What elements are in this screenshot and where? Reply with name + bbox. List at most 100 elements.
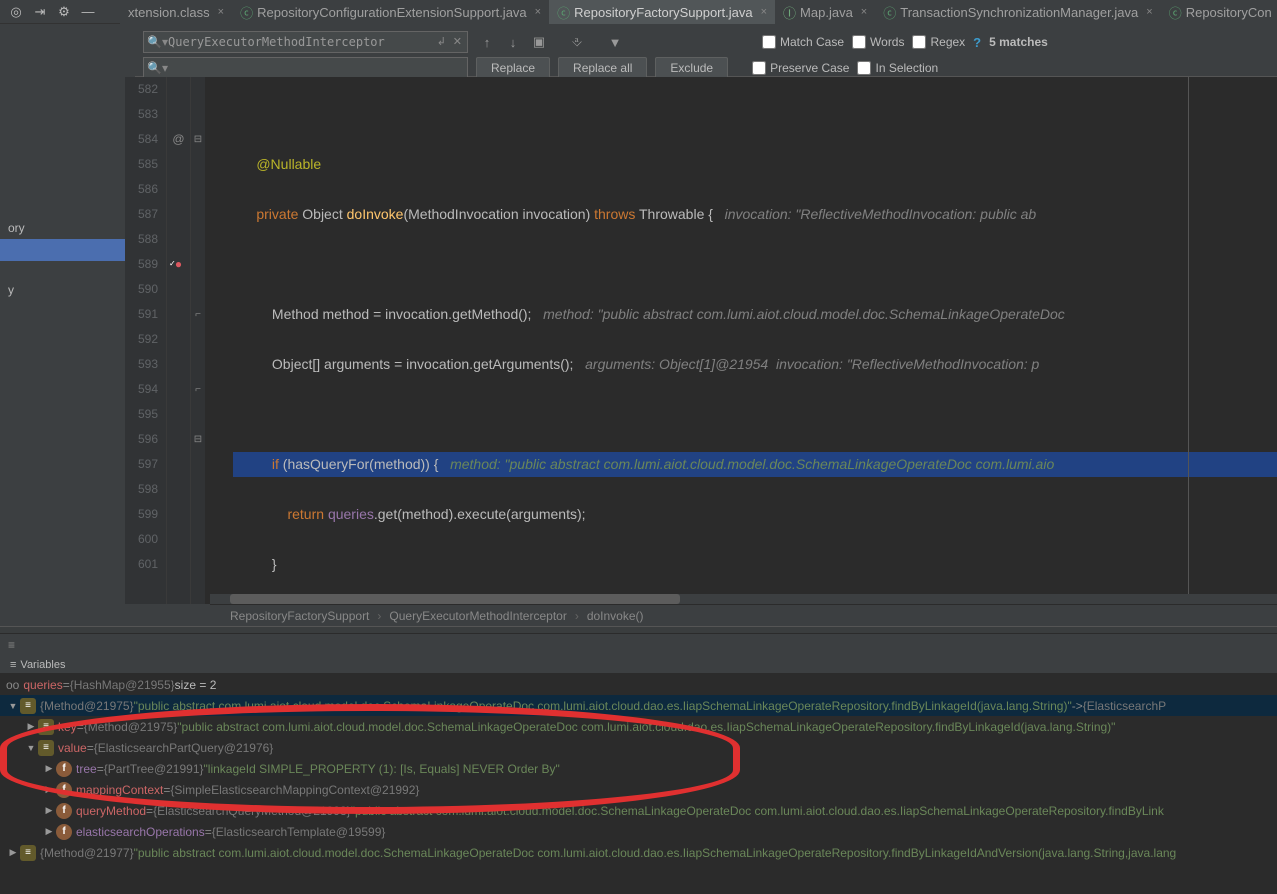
replace-icon: 🔍▾ xyxy=(147,61,168,75)
fold-icon[interactable]: ⊟ xyxy=(191,127,205,152)
regex-checkbox[interactable]: Regex xyxy=(912,35,965,49)
fold-end-icon: ⌐ xyxy=(191,377,205,402)
compass-icon[interactable]: ◎ xyxy=(4,0,28,24)
breadcrumb: RepositoryFactorySupport› QueryExecutorM… xyxy=(210,604,1277,626)
close-icon[interactable]: × xyxy=(535,6,541,18)
find-replace-bar: 🔍▾ ↲ ✕ ↑ ↓ ▣ ⎀ ▼ Match Case Words Regex … xyxy=(135,27,1277,77)
var-row-key[interactable]: ▶ ≡ key = {Method@21975} "public abstrac… xyxy=(0,716,1277,737)
tab-label: RepositoryCon xyxy=(1186,5,1272,20)
fold-end-icon: ⌐ xyxy=(191,302,205,327)
help-icon[interactable]: ? xyxy=(973,35,981,50)
arrow-right-icon[interactable]: ⇥ xyxy=(28,0,52,24)
close-icon[interactable]: × xyxy=(861,6,867,18)
match-count: 5 matches xyxy=(989,35,1048,49)
close-icon[interactable]: × xyxy=(1146,6,1152,18)
map-entry-icon: ≡ xyxy=(20,698,36,714)
close-icon[interactable]: × xyxy=(761,6,767,18)
var-row-tree[interactable]: ▶ f tree = {PartTree@21991} "linkageId S… xyxy=(0,758,1277,779)
breadcrumb-item[interactable]: doInvoke() xyxy=(587,609,644,623)
expand-arrow-icon[interactable]: ▶ xyxy=(42,784,56,795)
tab-label: TransactionSynchronizationManager.java xyxy=(900,5,1138,20)
add-selection-icon[interactable]: ⎀ xyxy=(566,31,588,53)
map-entry-icon: ≡ xyxy=(20,845,36,861)
breakpoint-icon[interactable]: ●✓ xyxy=(167,252,190,277)
fold-gutter: ⊟ ⌐ ⌐ ⊟ xyxy=(191,77,205,604)
tab-map[interactable]: Ⓘ Map.java × xyxy=(775,0,875,24)
tab-label: RepositoryFactorySupport.java xyxy=(574,5,752,20)
variables-panel[interactable]: oo queries = {HashMap@21955} size = 2 ▼ … xyxy=(0,674,1277,894)
horizontal-scrollbar[interactable] xyxy=(210,594,1277,604)
expand-arrow-icon[interactable]: ▶ xyxy=(42,763,56,774)
expand-arrow-icon[interactable]: ▶ xyxy=(24,721,38,732)
field-icon: f xyxy=(56,782,72,798)
tab-label: RepositoryConfigurationExtensionSupport.… xyxy=(257,5,527,20)
left-panel: ory y xyxy=(0,77,125,607)
variables-header: ≡ Variables xyxy=(0,656,1277,674)
next-match-icon[interactable]: ↓ xyxy=(502,31,524,53)
replace-button[interactable]: Replace xyxy=(476,57,550,79)
newline-icon[interactable]: ↲ xyxy=(437,35,446,48)
replace-all-button[interactable]: Replace all xyxy=(558,57,647,79)
expand-arrow-icon[interactable]: ▼ xyxy=(24,743,38,753)
expand-arrow-icon[interactable]: ▶ xyxy=(6,847,20,858)
code-content[interactable]: @Nullable private Object doInvoke(Method… xyxy=(205,77,1277,604)
tab-extension-class[interactable]: xtension.class × xyxy=(120,0,232,24)
search-input[interactable] xyxy=(143,31,468,53)
var-row-method1[interactable]: ▼ ≡ {Method@21975} "public abstract com.… xyxy=(0,695,1277,716)
list-icon: ≡ xyxy=(10,659,16,671)
replace-input[interactable] xyxy=(143,57,468,79)
gear-icon[interactable]: ⚙ xyxy=(52,0,76,24)
code-editor[interactable]: 582583584585 586587588589 590591592593 5… xyxy=(125,77,1277,604)
tab-label: Map.java xyxy=(800,5,853,20)
search-icon: 🔍▾ xyxy=(147,35,168,49)
list-item[interactable]: ory xyxy=(0,217,125,239)
var-row-method2[interactable]: ▶ ≡ {Method@21977} "public abstract com.… xyxy=(0,842,1277,863)
debug-tabs: ≡ xyxy=(0,634,15,656)
select-all-icon[interactable]: ▣ xyxy=(528,31,550,53)
tab-label: xtension.class xyxy=(128,5,210,20)
prev-match-icon[interactable]: ↑ xyxy=(476,31,498,53)
field-icon: ≡ xyxy=(38,719,54,735)
field-icon: f xyxy=(56,824,72,840)
editor-tabs: xtension.class × ⓒ RepositoryConfigurati… xyxy=(120,0,1277,24)
words-checkbox[interactable]: Words xyxy=(852,35,904,49)
var-row-queries[interactable]: oo queries = {HashMap@21955} size = 2 xyxy=(0,674,1277,695)
java-class-icon: ⓒ xyxy=(883,3,896,22)
java-class-icon: ⓒ xyxy=(557,3,570,22)
tab-tx-sync-manager[interactable]: ⓒ TransactionSynchronizationManager.java… xyxy=(875,0,1160,24)
list-item[interactable] xyxy=(0,239,125,261)
clear-search-icon[interactable]: ✕ xyxy=(453,35,462,48)
line-number-gutter: 582583584585 586587588589 590591592593 5… xyxy=(125,77,167,604)
close-icon[interactable]: × xyxy=(218,6,224,18)
java-interface-icon: Ⓘ xyxy=(783,3,796,22)
field-icon: ≡ xyxy=(38,740,54,756)
exclude-button[interactable]: Exclude xyxy=(655,57,728,79)
panel-divider[interactable] xyxy=(0,626,1277,634)
tab-repo-config-ext[interactable]: ⓒ RepositoryConfigurationExtensionSuppor… xyxy=(232,0,549,24)
expand-arrow-icon[interactable]: ▶ xyxy=(42,805,56,816)
var-row-eso[interactable]: ▶ f elasticsearchOperations = {Elasticse… xyxy=(0,821,1277,842)
java-class-icon: ⓒ xyxy=(240,3,253,22)
list-item[interactable]: y xyxy=(0,279,125,301)
expand-arrow-icon[interactable]: ▼ xyxy=(6,701,20,711)
restore-layout-icon[interactable]: ≡ xyxy=(8,638,15,652)
expand-arrow-icon[interactable]: ▶ xyxy=(42,826,56,837)
filter-icon[interactable]: ▼ xyxy=(604,31,626,53)
match-case-checkbox[interactable]: Match Case xyxy=(762,35,844,49)
marker-gutter: @ ●✓ xyxy=(167,77,191,604)
var-row-querymethod[interactable]: ▶ f queryMethod = {ElasticsearchQueryMet… xyxy=(0,800,1277,821)
override-icon: @ xyxy=(167,127,190,152)
field-icon: f xyxy=(56,761,72,777)
fold-icon[interactable]: ⊟ xyxy=(191,427,205,452)
field-icon: f xyxy=(56,803,72,819)
java-class-icon: ⓒ xyxy=(1169,3,1182,22)
var-row-mapping[interactable]: ▶ f mappingContext = {SimpleElasticsearc… xyxy=(0,779,1277,800)
breadcrumb-item[interactable]: QueryExecutorMethodInterceptor xyxy=(389,609,566,623)
in-selection-checkbox[interactable]: In Selection xyxy=(857,61,938,75)
breadcrumb-item[interactable]: RepositoryFactorySupport xyxy=(230,609,369,623)
tab-repo-con[interactable]: ⓒ RepositoryCon xyxy=(1161,0,1277,24)
preserve-case-checkbox[interactable]: Preserve Case xyxy=(752,61,849,75)
minus-icon[interactable]: — xyxy=(76,0,100,24)
var-row-value[interactable]: ▼ ≡ value = {ElasticsearchPartQuery@2197… xyxy=(0,737,1277,758)
tab-repo-factory-support[interactable]: ⓒ RepositoryFactorySupport.java × xyxy=(549,0,775,24)
